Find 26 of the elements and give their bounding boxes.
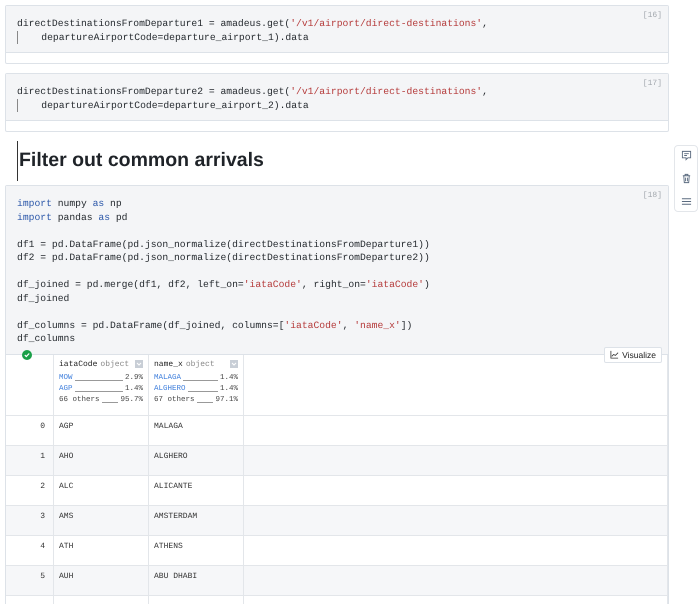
execution-count: [18] — [642, 190, 662, 202]
table-cell: AMSTERDAM — [149, 506, 244, 536]
table-cell: ABU DHABI — [149, 566, 244, 596]
row-index: 5 — [6, 566, 54, 596]
row-index: 3 — [6, 506, 54, 536]
column-header[interactable]: iataCode — [59, 360, 98, 368]
indent-guide — [17, 30, 18, 44]
comment-icon[interactable] — [680, 150, 692, 161]
column-type: object — [100, 360, 130, 368]
line-chart-icon — [610, 350, 620, 359]
table-cell: ALGHERO — [149, 446, 244, 476]
delete-icon[interactable] — [680, 173, 692, 184]
visualize-button[interactable]: Visualize — [604, 346, 662, 362]
execution-count: [17] — [642, 78, 662, 90]
code-editor[interactable]: [16] directDestinationsFromDeparture1 = amadeus.get('/v1/airport/direct-destinations', departureAirportCode=departure_airport_1).data — [6, 6, 668, 53]
table-cell: AUH — [54, 566, 149, 596]
column-header[interactable]: name_x — [154, 360, 183, 368]
code-editor[interactable]: [17] directDestinationsFromDeparture2 = amadeus.get('/v1/airport/direct-destinations', departureAirportCode=departure_airport_2).data — [6, 74, 668, 121]
table-cell: AHO — [54, 446, 149, 476]
column-type: object — [186, 360, 216, 368]
execution-count: [16] — [642, 10, 662, 22]
row-index: 1 — [6, 446, 54, 476]
table-cell: AMS — [54, 506, 149, 536]
menu-icon[interactable] — [680, 196, 692, 207]
section-heading: Filter out common arrivals — [17, 141, 276, 181]
indent-guide — [17, 98, 18, 112]
